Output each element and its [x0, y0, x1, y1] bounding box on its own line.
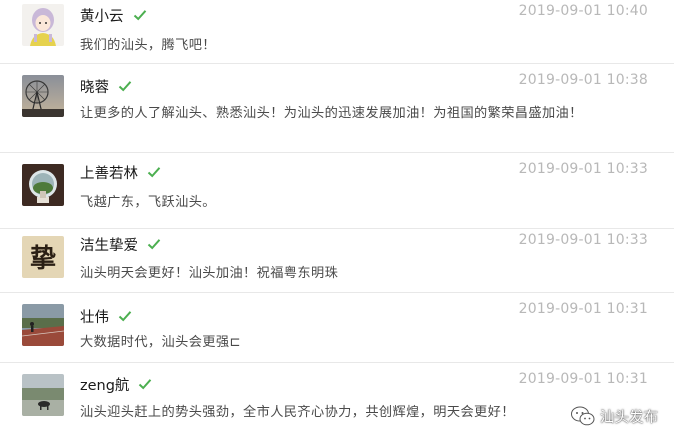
comment-text: 我们的汕头，腾飞吧！: [80, 38, 216, 53]
avatar-calligraphy-image: 挚: [22, 236, 64, 278]
avatar[interactable]: [22, 304, 64, 346]
avatar[interactable]: [22, 374, 64, 416]
avatar[interactable]: [22, 75, 64, 117]
check-icon: [139, 379, 152, 390]
comment-list: 黄小云 2019-09-01 10:40 我们的汕头，腾飞吧！ 晓蓉 2019-…: [0, 0, 674, 443]
comment-timestamp: 2019-09-01 10:33: [518, 161, 648, 177]
check-icon: [147, 167, 161, 178]
check-icon: [118, 81, 132, 92]
avatar-moon-gate-image: [22, 164, 64, 206]
name-row: zeng航: [80, 374, 152, 394]
commenter-name[interactable]: 洁生挚爱: [80, 234, 138, 255]
comment-item: zeng航 2019-09-01 10:31 汕头迎头赶上的势头强劲，全市人民齐…: [0, 363, 674, 443]
comment-text: 飞越广东，飞跃汕头。: [80, 195, 216, 210]
comment-item: 黄小云 2019-09-01 10:40 我们的汕头，腾飞吧！: [0, 0, 674, 64]
comment-timestamp: 2019-09-01 10:33: [518, 232, 648, 248]
avatar[interactable]: [22, 4, 64, 46]
avatar-calligraphy-glyph: 挚: [30, 244, 56, 274]
avatar-running-track-image: [22, 304, 64, 346]
check-icon: [147, 239, 161, 250]
commenter-name[interactable]: 晓蓉: [80, 76, 109, 97]
check-icon: [118, 311, 132, 322]
comment-timestamp: 2019-09-01 10:40: [518, 3, 648, 19]
wechat-icon: [571, 406, 595, 426]
commenter-name[interactable]: 黄小云: [80, 5, 124, 26]
watermark: 汕头发布: [570, 405, 658, 427]
avatar[interactable]: 挚: [22, 236, 64, 278]
comment-item: 壮伟 2019-09-01 10:31 大数据时代，汕头会更强⊏: [0, 293, 674, 363]
avatar-ferris-wheel-image: [22, 75, 64, 117]
name-row: 壮伟: [80, 306, 132, 326]
comment-text: 让更多的人了解汕头、熟悉汕头！为汕头的迅速发展加油！为祖国的繁荣昌盛加油！: [80, 106, 583, 121]
comment-text: 汕头明天会更好！汕头加油！祝福粤东明珠: [80, 266, 339, 281]
comment-timestamp: 2019-09-01 10:31: [518, 371, 648, 387]
name-row: 黄小云: [80, 5, 147, 25]
check-icon: [133, 10, 146, 21]
watermark-text: 汕头发布: [600, 409, 658, 426]
avatar-landscape-image: [22, 374, 64, 416]
comment-item: 上善若林 2019-09-01 10:33 飞越广东，飞跃汕头。: [0, 153, 674, 229]
commenter-name[interactable]: 壮伟: [80, 306, 109, 327]
avatar-cartoon-girl-image: [22, 4, 64, 46]
comment-text: 汕头迎头赶上的势头强劲，全市人民齐心协力，共创辉煌，明天会更好！: [80, 405, 515, 420]
name-row: 晓蓉: [80, 76, 132, 96]
avatar[interactable]: [22, 164, 64, 206]
name-row: 上善若林: [80, 162, 161, 182]
commenter-name[interactable]: zeng航: [80, 374, 129, 395]
comment-timestamp: 2019-09-01 10:31: [518, 301, 648, 317]
commenter-name[interactable]: 上善若林: [80, 162, 138, 183]
comment-item: 挚 洁生挚爱 2019-09-01 10:33 汕头明天会更好！汕头加油！祝福粤…: [0, 229, 674, 293]
name-row: 洁生挚爱: [80, 234, 161, 254]
comment-timestamp: 2019-09-01 10:38: [518, 72, 648, 88]
comment-item: 晓蓉 2019-09-01 10:38 让更多的人了解汕头、熟悉汕头！为汕头的迅…: [0, 64, 674, 153]
comment-text: 大数据时代，汕头会更强⊏: [80, 335, 241, 350]
